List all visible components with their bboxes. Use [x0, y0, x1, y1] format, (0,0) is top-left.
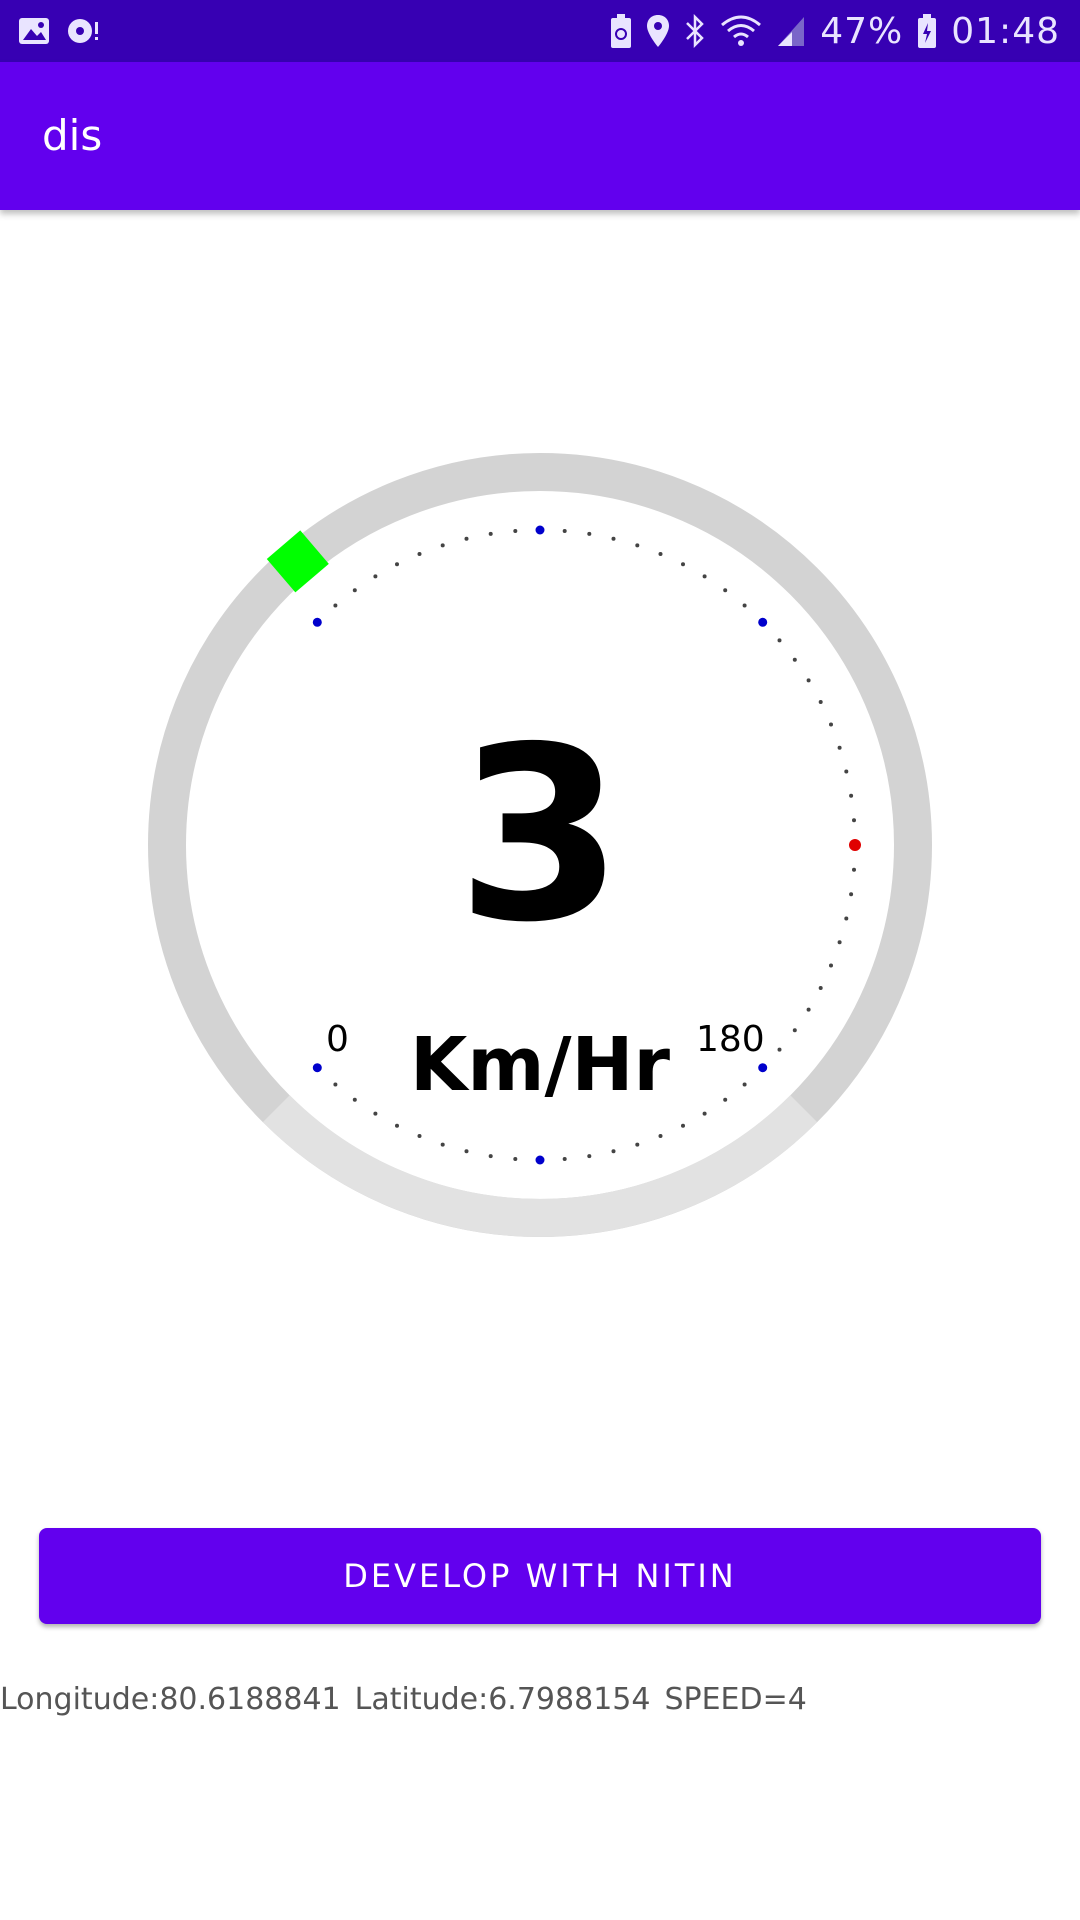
speedometer-gauge: 3 Km/Hr 0 180: [140, 445, 940, 1245]
gauge-tick-minor: [635, 543, 640, 548]
longitude-text: Longitude:80.6188841: [0, 1682, 341, 1717]
gauge-tick-minor: [333, 603, 338, 608]
gauge-tick-minor: [395, 562, 399, 567]
battery-saver-icon: [610, 14, 632, 48]
speed-unit: Km/Hr: [410, 1022, 670, 1108]
gauge-tick-minor: [373, 1111, 378, 1116]
gauge-tick-minor: [806, 1007, 811, 1012]
status-bar: 47% 01:48: [0, 0, 1080, 62]
gauge-tick-minor: [658, 1134, 663, 1138]
gauge-tick-minor: [562, 1157, 567, 1161]
gauge-tick-minor: [488, 1154, 493, 1159]
status-bar-left: [18, 0, 100, 62]
gauge-tick-minor: [440, 1142, 445, 1147]
speed-value: 3: [456, 695, 624, 975]
image-icon: [18, 17, 50, 45]
gauge-tick-major: [758, 617, 768, 627]
gauge-tick-minor: [417, 1134, 422, 1138]
gauge-tick-minor: [611, 1149, 616, 1154]
gauge-tick-minor: [658, 552, 663, 556]
gauge-tick-major: [535, 525, 545, 535]
gauge-tick-minor: [702, 574, 707, 579]
bluetooth-icon: [684, 14, 706, 48]
gauge-tick-minor: [395, 1123, 399, 1128]
gauge-tick-minor: [488, 531, 493, 536]
gauge-tick-minor: [777, 638, 782, 643]
media-notification-icon: [66, 17, 100, 45]
gauge-tick-minor: [440, 543, 445, 548]
gauge-tick-minor: [513, 529, 518, 533]
speed-readout-text: SPEED=4: [664, 1682, 807, 1717]
gauge-tick-minor: [723, 588, 728, 593]
develop-with-nitin-button[interactable]: DEVELOP WITH NITIN: [39, 1528, 1041, 1624]
gauge-tick-minor: [792, 657, 797, 662]
location-info: Longitude:80.6188841 Latitude:6.7988154 SP…: [0, 1680, 821, 1720]
clock: 01:48: [951, 10, 1060, 52]
location-icon: [646, 14, 670, 48]
scale-min-label: 0: [326, 1019, 349, 1060]
gauge-tick-major: [312, 617, 322, 627]
gauge-tick-minor: [806, 678, 811, 683]
gauge-tick-minor: [352, 588, 357, 593]
gauge-tick-minor: [562, 529, 567, 533]
gauge-tick-minor: [611, 536, 616, 541]
latitude-text: Latitude:6.7988154: [354, 1682, 651, 1717]
status-bar-right: 47% 01:48: [610, 0, 1060, 62]
wifi-icon: [720, 15, 762, 47]
gauge-tick-minor: [513, 1157, 518, 1161]
gauge-tick-minor: [681, 562, 685, 567]
battery-icon: [917, 14, 937, 48]
gauge-tick-minor: [818, 700, 823, 704]
gauge-tick-minor: [818, 986, 823, 990]
gauge-tick-minor: [829, 963, 833, 968]
gauge-tick-minor: [681, 1123, 685, 1128]
battery-percent: 47%: [820, 10, 904, 52]
gauge-tick-minor: [702, 1111, 707, 1116]
scale-max-label: 180: [696, 1019, 765, 1060]
signal-icon: [776, 15, 806, 47]
gauge-tick-minor: [587, 1154, 592, 1159]
gauge-tick-minor: [464, 536, 469, 541]
app-title: dis: [42, 111, 103, 160]
gauge-tick-minor: [417, 552, 422, 556]
gauge-tick-minor: [587, 531, 592, 536]
gauge-tick-minor: [635, 1142, 640, 1147]
gauge-tick-minor: [373, 574, 378, 579]
app-bar: dis: [0, 62, 1080, 210]
gauge-tick-minor: [464, 1149, 469, 1154]
gauge-tick-minor: [742, 603, 747, 608]
gauge-tick-major: [535, 1155, 545, 1165]
